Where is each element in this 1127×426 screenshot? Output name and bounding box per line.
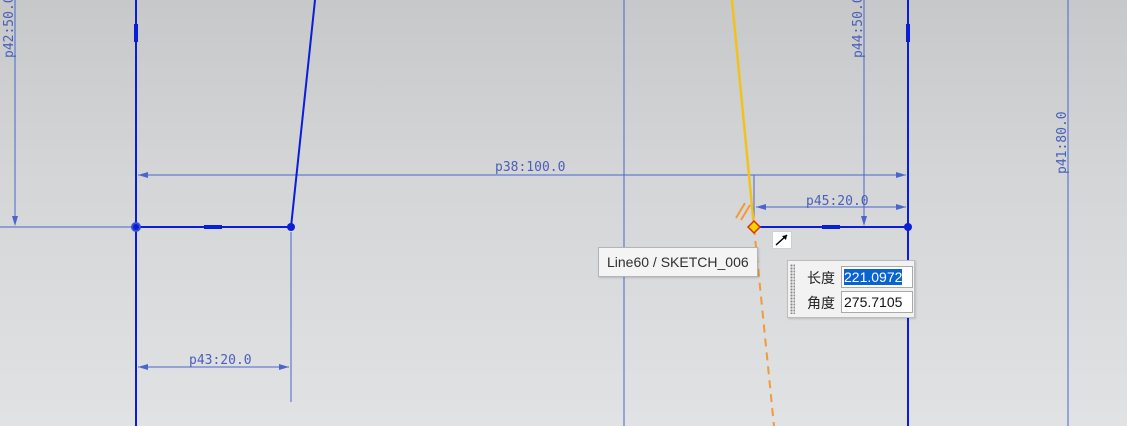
parallel-constraint-icon — [735, 202, 751, 221]
endpoint-snap-icon — [746, 219, 762, 235]
arrowhead — [138, 364, 148, 370]
line-cursor-icon — [772, 231, 792, 249]
sketch-canvas[interactable]: p42:50.0 p44:50.0 p38:100.0 p45:20.0 p41… — [0, 0, 1127, 426]
sketch-point-core — [133, 224, 139, 230]
dimension-label-p43[interactable]: p43:20.0 — [189, 353, 252, 368]
length-input[interactable]: 221.0972 — [841, 266, 913, 288]
arrowhead — [896, 172, 906, 178]
angle-value: 275.7105 — [844, 294, 903, 310]
dimension-label-p44[interactable]: p44:50.0 — [851, 0, 866, 58]
sketch-line-slanted[interactable] — [290, 0, 316, 228]
sketch-point[interactable] — [904, 223, 912, 231]
arrowhead — [138, 172, 148, 178]
dimension-label-p42[interactable]: p42:50.0 — [2, 0, 17, 58]
drag-grip-icon[interactable] — [790, 264, 795, 314]
dimension-label-p38[interactable]: p38:100.0 — [495, 160, 565, 175]
arrowhead — [896, 204, 906, 210]
angle-row: 角度 275.7105 — [804, 290, 914, 314]
angle-label: 角度 — [807, 296, 835, 312]
dimension-arrows — [12, 172, 906, 370]
dimension-label-p45[interactable]: p45:20.0 — [806, 194, 869, 209]
length-value: 221.0972 — [844, 269, 903, 285]
angle-input[interactable]: 275.7105 — [841, 291, 913, 313]
sketch-point[interactable] — [287, 223, 295, 231]
hover-tooltip: Line60 / SKETCH_006 — [598, 247, 758, 277]
arrowhead — [861, 216, 867, 226]
active-line-yellow[interactable] — [730, 0, 756, 228]
dimension-label-p41[interactable]: p41:80.0 — [1055, 111, 1070, 174]
arrowhead — [12, 216, 18, 226]
arrowhead — [756, 204, 766, 210]
dynamic-input-box: 长度 221.0972 角度 275.7105 — [787, 260, 915, 318]
length-label: 长度 — [807, 271, 835, 287]
constraint-marks — [134, 24, 910, 229]
length-row: 长度 221.0972 — [804, 265, 914, 289]
arrowhead — [279, 364, 289, 370]
sketch-lines[interactable] — [135, 0, 909, 426]
sketch-graphics: p42:50.0 p44:50.0 p38:100.0 p45:20.0 p41… — [0, 0, 1070, 426]
